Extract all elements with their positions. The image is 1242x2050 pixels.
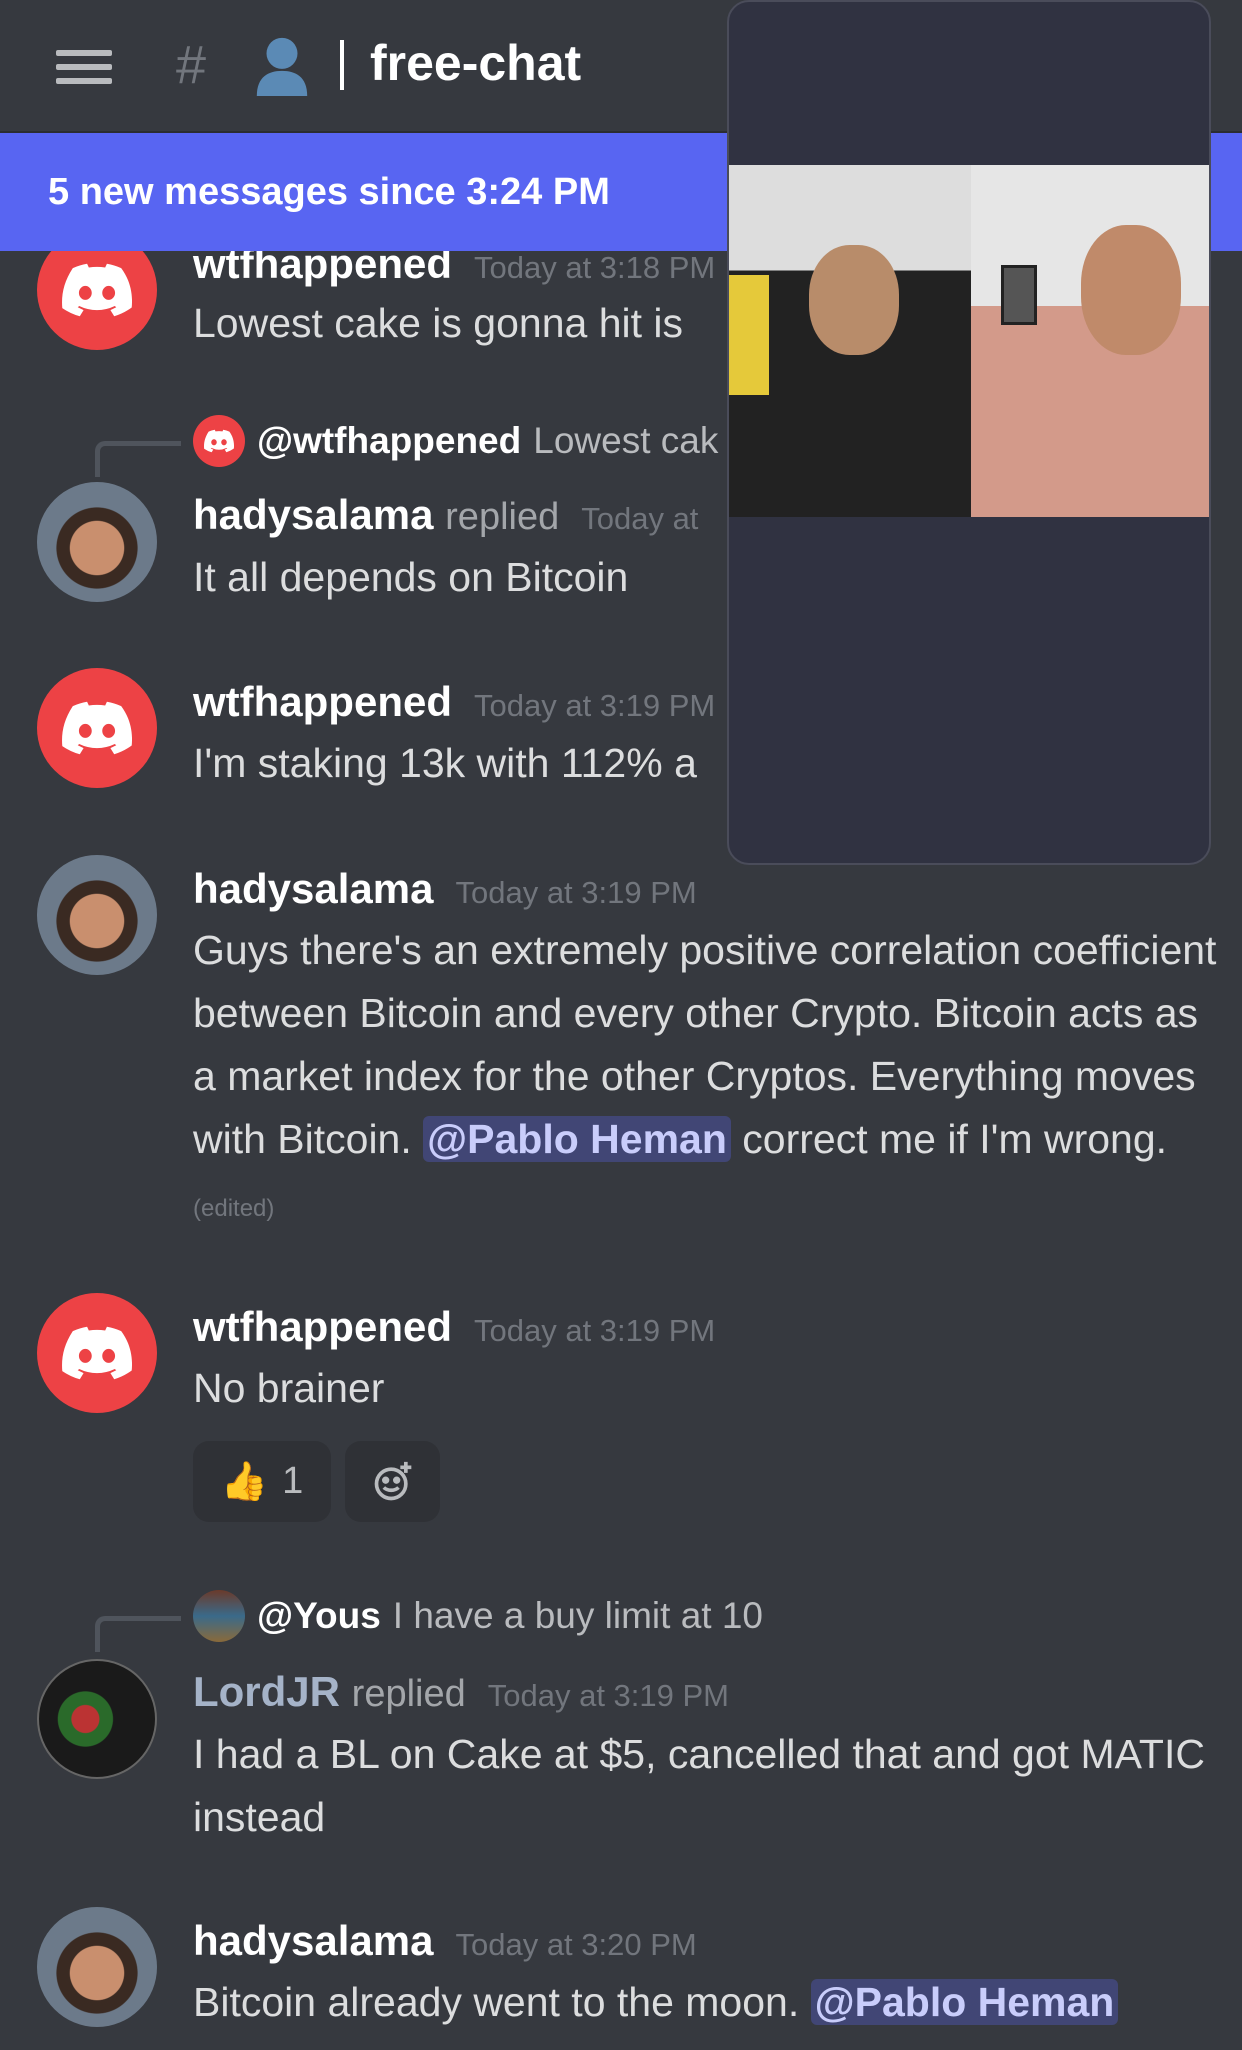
message-text: I had a BL on Cake at $5, cancelled that… <box>193 1731 1205 1840</box>
user-mention[interactable]: @Pablo Heman <box>810 1979 1119 2025</box>
author-name[interactable]: wtfhappened Today at 3:19 PM <box>193 678 715 726</box>
add-reaction-icon <box>374 1461 411 1500</box>
thumbs-up-icon: 👍 <box>220 1460 269 1503</box>
reply-connector <box>95 1616 181 1652</box>
banner-text: 5 new messages since 3:24 PM <box>48 171 610 213</box>
avatar[interactable] <box>37 1659 157 1779</box>
person-icon <box>256 37 308 96</box>
hash-icon: # <box>176 35 207 95</box>
background-object <box>729 275 769 395</box>
author-name[interactable]: hadysalama replied Today at <box>193 491 698 539</box>
thumbs-up-reaction[interactable]: 👍 1 <box>193 1441 331 1522</box>
message-text: Guys there's an extremely positive corre… <box>193 927 1217 1222</box>
author-name[interactable]: hadysalama Today at 3:20 PM <box>193 1917 697 1965</box>
add-reaction-button[interactable] <box>345 1441 440 1522</box>
wall-frame <box>1001 265 1037 325</box>
author-name[interactable]: LordJR replied Today at 3:19 PM <box>193 1668 729 1716</box>
timestamp: Today at <box>581 501 699 536</box>
reply-connector <box>95 441 181 477</box>
divider <box>340 40 344 90</box>
hamburger-icon[interactable] <box>56 50 112 84</box>
video-feed-1[interactable] <box>729 165 971 517</box>
reply-reference[interactable]: @wtfhappened Lowest cak <box>193 415 718 467</box>
timestamp: Today at 3:18 PM <box>474 251 716 285</box>
discord-logo-icon <box>62 263 132 317</box>
avatar[interactable] <box>37 1293 157 1413</box>
avatar <box>193 1590 245 1642</box>
message-text: No brainer <box>193 1365 385 1411</box>
video-call-overlay[interactable] <box>727 0 1211 865</box>
avatar[interactable] <box>37 482 157 602</box>
avatar <box>193 415 245 467</box>
message-text: Bitcoin already went to the moon. @Pablo… <box>193 1971 1213 2034</box>
author-name[interactable]: wtfhappened Today at 3:19 PM <box>193 1303 715 1351</box>
participant-face <box>1081 225 1181 355</box>
timestamp: Today at 3:19 PM <box>474 1313 716 1348</box>
avatar[interactable] <box>37 668 157 788</box>
reaction-count: 1 <box>282 1460 304 1502</box>
avatar[interactable] <box>37 251 157 350</box>
timestamp: Today at 3:19 PM <box>474 688 716 723</box>
reply-reference[interactable]: @Yous I have a buy limit at 10 <box>193 1590 763 1642</box>
author-name[interactable]: wtfhappened Today at 3:18 PM <box>193 251 715 288</box>
timestamp: Today at 3:19 PM <box>487 1678 729 1713</box>
user-mention[interactable]: @Pablo Heman <box>423 1116 731 1162</box>
channel-title: free-chat <box>370 35 582 91</box>
video-feed-2[interactable] <box>971 165 1209 517</box>
author-name[interactable]: hadysalama Today at 3:19 PM <box>193 865 697 913</box>
timestamp: Today at 3:20 PM <box>455 1927 697 1962</box>
avatar[interactable] <box>37 855 157 975</box>
avatar[interactable] <box>37 1907 157 2027</box>
participant-face <box>809 245 899 355</box>
timestamp: Today at 3:19 PM <box>455 875 697 910</box>
